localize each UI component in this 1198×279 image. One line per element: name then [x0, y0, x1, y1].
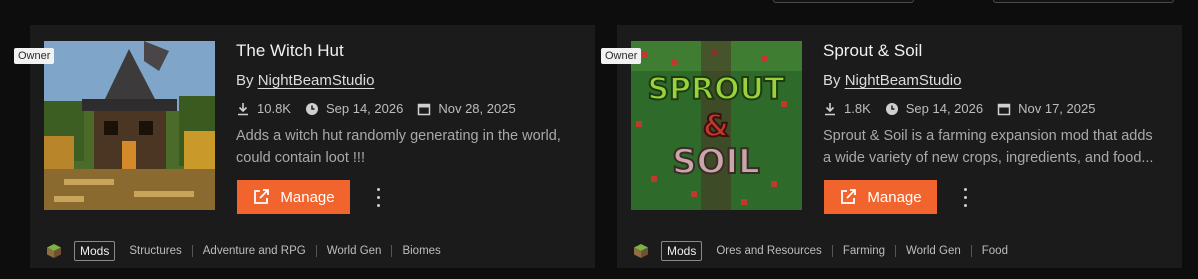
downloads-stat: 1.8K [823, 101, 871, 116]
sprout-and-soil-image: SPROUT & SOIL [631, 41, 802, 210]
created-date: Nov 17, 2025 [1018, 101, 1096, 116]
updated-stat: Sep 14, 2026 [885, 101, 983, 116]
tag-item[interactable]: Structures [129, 245, 181, 257]
tag-item[interactable]: Adventure and RPG [203, 245, 306, 257]
created-stat: Nov 17, 2025 [997, 101, 1095, 116]
clock-icon [885, 102, 898, 115]
project-title[interactable]: The Witch Hut [236, 41, 344, 61]
tag-divider [391, 245, 393, 257]
clock-icon [305, 102, 318, 115]
project-title[interactable]: Sprout & Soil [823, 41, 922, 61]
filter-select[interactable] [773, 0, 914, 3]
kebab-menu-icon[interactable] [371, 185, 385, 209]
kebab-menu-icon[interactable] [958, 185, 972, 209]
downloads-count: 10.8K [257, 101, 291, 116]
download-icon [825, 102, 835, 115]
tag-item[interactable]: Food [982, 245, 1008, 257]
tag-mods[interactable]: Mods [661, 241, 703, 261]
updated-date: Sep 14, 2026 [325, 101, 404, 116]
project-byline: By NightBeamStudio [236, 72, 374, 89]
by-label: By [236, 72, 254, 89]
project-stats: 1.8K Sep 14, 2026 Nov 17, 2025 [823, 101, 1109, 116]
project-byline: By NightBeamStudio [823, 72, 961, 89]
updated-date: Sep 14, 2026 [905, 101, 984, 116]
external-link-icon [841, 189, 857, 204]
download-icon [238, 102, 248, 115]
tag-divider [895, 245, 896, 257]
owner-badge: Owner [601, 48, 642, 64]
project-card: Owner The Witch Hut By NightBeamStudio 1… [14, 25, 595, 268]
description-line: Adds a witch hut randomly generating in … [236, 128, 561, 144]
tag-item[interactable]: World Gen [327, 245, 382, 257]
project-card: Owner SPROUT & SOIL Sprout & Soil By Nig… [601, 25, 1182, 268]
updated-stat: Sep 14, 2026 [305, 101, 403, 116]
downloads-stat: 10.8K [236, 101, 291, 116]
tag-item[interactable]: Biomes [402, 245, 440, 257]
logo-text-ampersand: & [703, 109, 729, 144]
by-label: By [823, 72, 841, 89]
created-stat: Nov 28, 2025 [417, 101, 516, 116]
grass-block-icon [634, 244, 648, 258]
author-link[interactable]: NightBeamStudio [845, 72, 962, 89]
logo-text-soil: SOIL [672, 142, 760, 182]
grass-block-icon [47, 244, 61, 258]
project-description: Adds a witch hut randomly generating in … [236, 125, 581, 169]
calendar-icon [997, 103, 1011, 115]
tag-divider [315, 245, 317, 257]
tag-divider [970, 245, 972, 257]
tag-mods[interactable]: Mods [74, 241, 116, 261]
description-line: could contain loot !!! [236, 150, 365, 166]
tag-item[interactable]: World Gen [906, 245, 961, 257]
downloads-count: 1.8K [844, 101, 871, 116]
tag-list: Mods Ores and Resources Farming World Ge… [633, 241, 1008, 261]
project-stats: 10.8K Sep 14, 2026 Nov 28, 2025 [236, 101, 530, 116]
created-date: Nov 28, 2025 [438, 101, 516, 116]
logo-text-sprout: SPROUT [647, 72, 785, 107]
author-link[interactable]: NightBeamStudio [258, 72, 375, 89]
manage-label: Manage [867, 188, 922, 206]
witch-hut-image [44, 41, 215, 210]
tag-divider [831, 245, 833, 257]
project-description: Sprout & Soil is a farming expansion mod… [823, 125, 1168, 169]
manage-button[interactable]: Manage [237, 180, 350, 214]
tag-item[interactable]: Ores and Resources [716, 245, 821, 257]
sort-select[interactable] [993, 0, 1174, 3]
description-line: a wide variety of new crops, ingredients… [823, 150, 1154, 166]
calendar-icon [418, 103, 431, 115]
description-line: Sprout & Soil is a farming expansion mod… [823, 128, 1153, 144]
tag-divider [191, 245, 193, 257]
external-link-icon [254, 189, 270, 204]
owner-badge: Owner [14, 48, 55, 64]
manage-button[interactable]: Manage [824, 180, 937, 214]
tag-list: Mods Structures Adventure and RPG World … [46, 241, 441, 261]
project-thumbnail[interactable] [44, 41, 215, 210]
tag-item[interactable]: Farming [843, 245, 885, 257]
manage-label: Manage [280, 188, 335, 206]
project-thumbnail[interactable]: SPROUT & SOIL [631, 41, 802, 210]
